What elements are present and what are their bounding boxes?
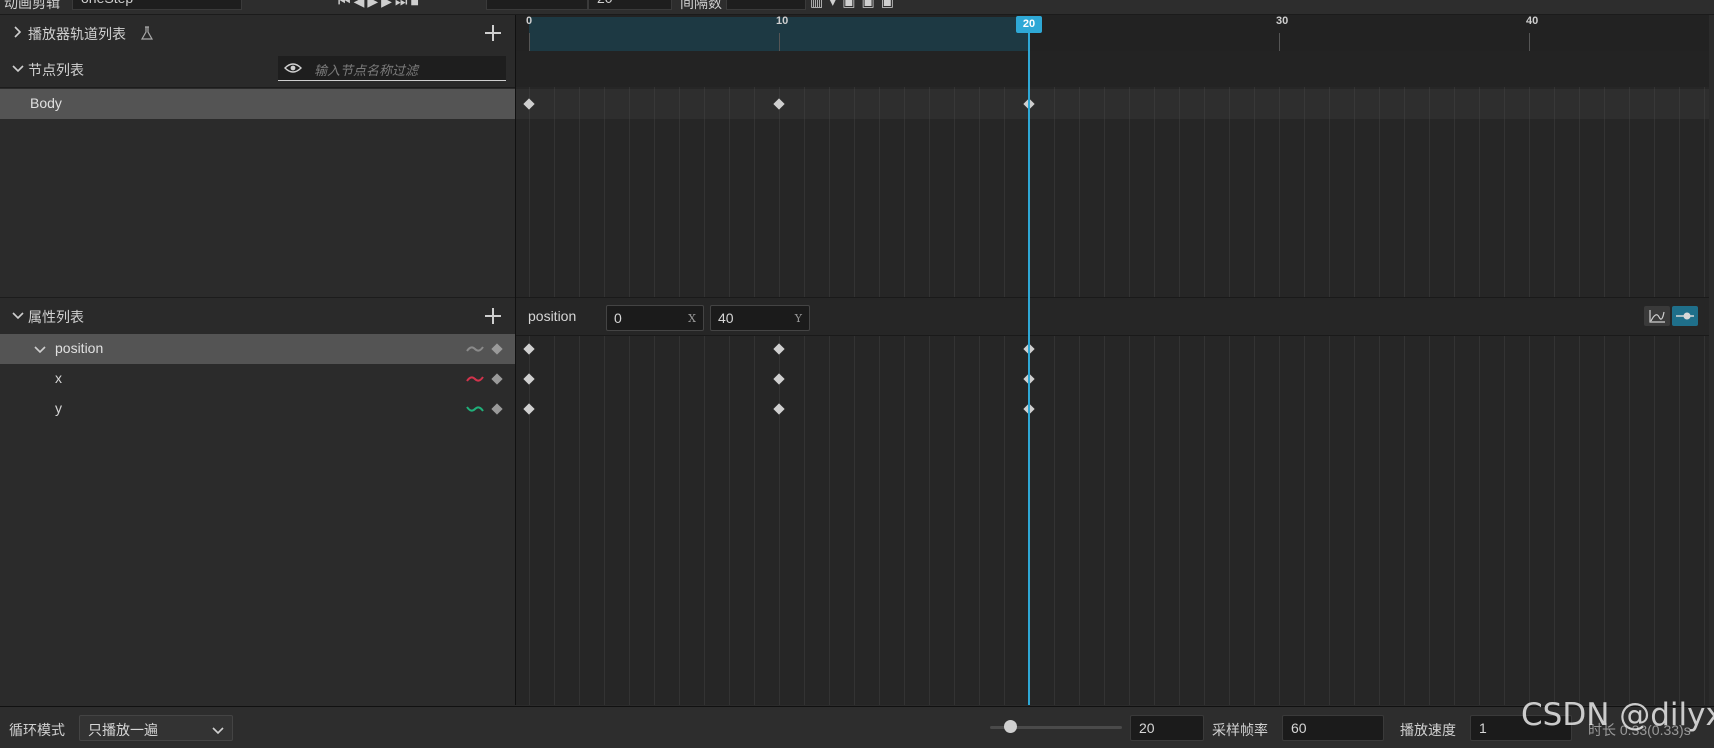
node-list-header[interactable]: 节点列表 输入节点名称过滤 — [0, 51, 515, 88]
chevron-down-icon — [212, 723, 224, 739]
node-label: Body — [30, 95, 62, 111]
property-value-bar: position 0 X 40 Y — [516, 297, 1709, 336]
loop-mode-value: 只播放一遍 — [88, 722, 158, 738]
x-value: 0 — [614, 310, 622, 326]
clip-value: oneStep — [81, 0, 133, 6]
ruler-tick-label: 30 — [1276, 15, 1289, 27]
speed-label: 播放速度 — [1400, 722, 1456, 738]
bottom-bar: 循环模式 只播放一遍 20 采样帧率 60 播放速度 1 时长 0:33(0.3… — [0, 706, 1714, 748]
frame-unit-select[interactable] — [486, 0, 588, 10]
sample-rate-input[interactable]: 60 — [1282, 715, 1384, 741]
property-row-x[interactable]: x — [0, 364, 515, 394]
ruler-tick-label: 0 — [526, 15, 533, 27]
ruler-major-tick — [1279, 33, 1280, 51]
chevron-right-icon[interactable] — [12, 25, 22, 39]
left-panel: 播放器轨道列表 节点列表 输入节点名称过滤 Body 属性列表 position… — [0, 15, 516, 705]
node-header-band — [516, 51, 1709, 87]
ruler-major-tick — [529, 33, 530, 51]
keyframe-label: 间隔数 — [680, 0, 722, 11]
curve-icon[interactable] — [466, 344, 484, 354]
node-track-row[interactable] — [516, 89, 1709, 119]
node-row-body[interactable]: Body — [0, 89, 515, 119]
loop-mode-label: 循环模式 — [9, 722, 65, 738]
property-label: x — [55, 370, 62, 386]
playhead-line[interactable] — [1028, 33, 1030, 705]
property-label: position — [55, 340, 104, 356]
property-name-label: position — [528, 308, 577, 324]
sample-rate-value: 60 — [1291, 720, 1307, 736]
keyframe-toggle-icon[interactable] — [491, 403, 503, 415]
node-filter-placeholder: 输入节点名称过滤 — [314, 63, 419, 78]
eye-icon[interactable] — [284, 61, 302, 78]
keyframe-line-icon — [1676, 312, 1694, 320]
top-toolbar: 动画剪辑 oneStep ⏮◀▶▶⏭■ 20 间隔数 ▥▾▣▣▣ — [0, 0, 1714, 15]
loop-mode-select[interactable]: 只播放一遍 — [79, 715, 233, 741]
player-tracks-title: 播放器轨道列表 — [28, 26, 126, 42]
clip-label: 动画剪辑 — [4, 0, 60, 11]
timeline-panel[interactable]: 0 10 30 40 20 position 0 X 40 Y — [516, 15, 1709, 705]
add-track-button[interactable] — [485, 25, 501, 41]
spacing-value: 20 — [1139, 720, 1155, 736]
clip-select[interactable]: oneStep — [72, 0, 242, 10]
watermark: CSDN @dilyx — [1521, 697, 1714, 733]
ruler-major-tick — [779, 33, 780, 51]
timeline-ruler[interactable]: 0 10 30 40 20 — [516, 15, 1709, 51]
current-frame-badge[interactable]: 20 — [1016, 16, 1042, 33]
y-value-input[interactable]: 40 Y — [710, 305, 810, 331]
curve-chart-icon — [1649, 310, 1665, 323]
slider-thumb[interactable] — [1003, 720, 1017, 733]
keyframe-view-button[interactable] — [1672, 306, 1698, 326]
sample-rate-label: 采样帧率 — [1212, 722, 1268, 738]
flask-icon — [140, 25, 154, 44]
chevron-down-icon[interactable] — [12, 61, 24, 75]
interval-field[interactable] — [726, 0, 806, 10]
add-property-button[interactable] — [485, 308, 501, 324]
speed-value: 1 — [1479, 720, 1487, 736]
x-axis-label: X — [688, 312, 696, 325]
x-value-input[interactable]: 0 X — [606, 305, 704, 331]
playback-controls[interactable]: ⏮◀▶▶⏭■ — [338, 0, 422, 10]
node-filter-input[interactable]: 输入节点名称过滤 — [278, 56, 506, 81]
chevron-down-icon[interactable] — [34, 343, 46, 359]
chevron-down-icon[interactable] — [12, 308, 24, 322]
property-row-position[interactable]: position — [0, 334, 515, 364]
curve-icon[interactable] — [466, 374, 484, 384]
ruler-tick-label: 40 — [1526, 15, 1539, 27]
player-tracks-header[interactable]: 播放器轨道列表 — [0, 15, 515, 52]
curve-icon[interactable] — [466, 404, 484, 414]
property-list-header[interactable]: 属性列表 — [0, 297, 515, 335]
frame-field[interactable]: 20 — [588, 0, 672, 10]
y-value: 40 — [718, 310, 734, 326]
y-axis-label: Y — [794, 312, 802, 325]
property-row-y[interactable]: y — [0, 394, 515, 424]
property-list-title: 属性列表 — [28, 309, 84, 325]
keyframe-toggle-icon[interactable] — [491, 343, 503, 355]
frame-field-value: 20 — [597, 0, 613, 6]
keyframe-toggle-icon[interactable] — [491, 373, 503, 385]
node-list-title: 节点列表 — [28, 62, 84, 78]
ruler-major-tick — [1529, 33, 1530, 51]
spacing-input[interactable]: 20 — [1130, 715, 1204, 741]
ruler-tick-label: 10 — [776, 15, 789, 27]
spacing-slider[interactable] — [990, 720, 1122, 733]
curve-view-button[interactable] — [1644, 306, 1670, 326]
property-label: y — [55, 400, 62, 416]
toolbar-icons[interactable]: ▥▾▣▣▣ — [810, 0, 900, 10]
